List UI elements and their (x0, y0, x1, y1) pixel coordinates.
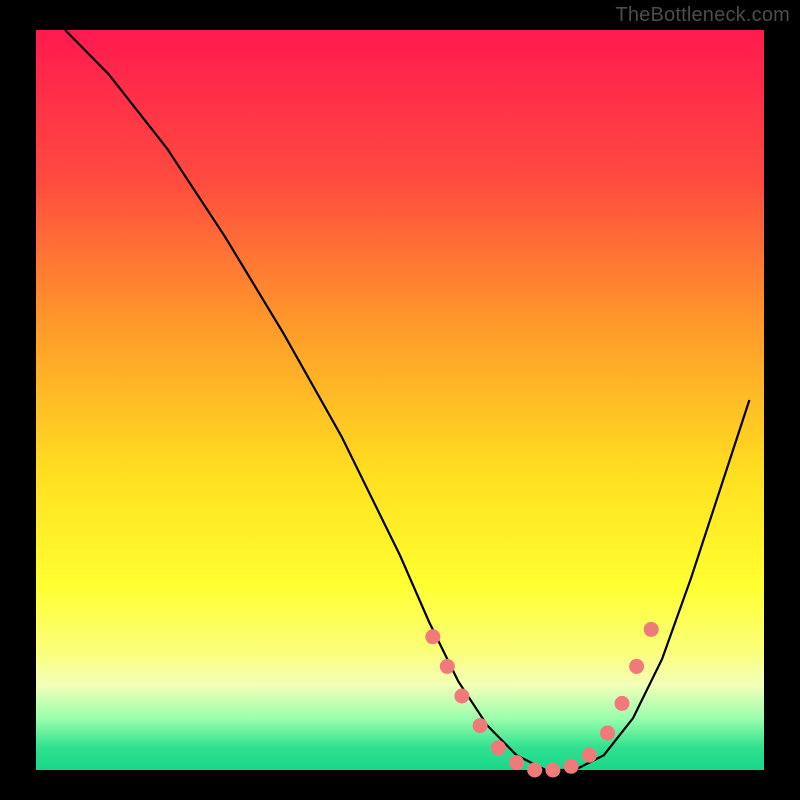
marker-point (527, 763, 542, 778)
chart-stage: TheBottleneck.com (0, 0, 800, 800)
marker-point (440, 659, 455, 674)
marker-point (491, 740, 506, 755)
chart-svg (0, 0, 800, 800)
marker-point (425, 629, 440, 644)
marker-point (545, 763, 560, 778)
marker-point (454, 689, 469, 704)
marker-point (473, 718, 488, 733)
marker-point (629, 659, 644, 674)
plot-background (36, 30, 764, 770)
marker-point (600, 726, 615, 741)
marker-point (509, 755, 524, 770)
marker-point (582, 748, 597, 763)
marker-point (644, 622, 659, 637)
marker-point (615, 696, 630, 711)
marker-point (564, 759, 579, 774)
